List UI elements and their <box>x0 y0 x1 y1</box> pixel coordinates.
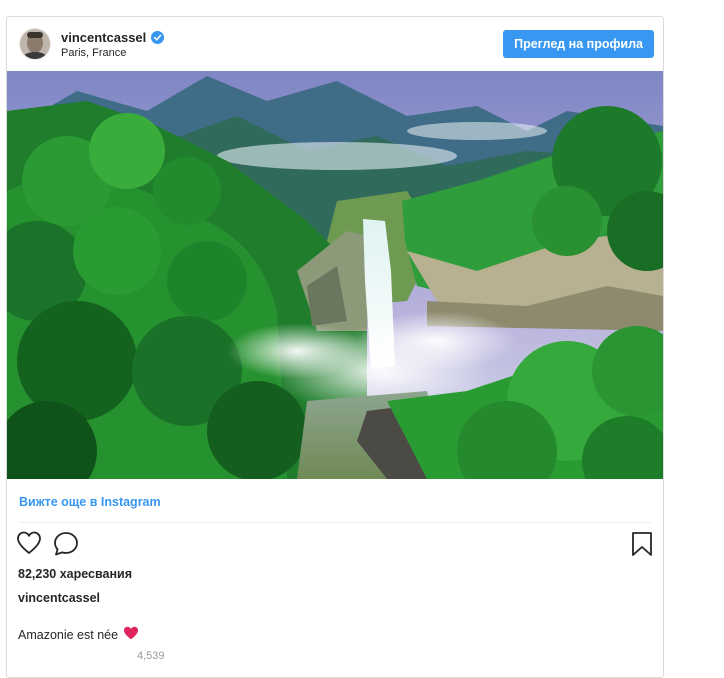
instagram-embed-card: vincentcassel Paris, France Преглед на п… <box>6 16 664 678</box>
caption-text: Amazonie est née <box>18 627 119 642</box>
divider <box>19 522 651 523</box>
avatar-image <box>20 29 50 59</box>
avatar[interactable] <box>19 28 51 60</box>
post-header: vincentcassel Paris, France Преглед на п… <box>7 17 663 71</box>
comments-count-partial: 4,539 <box>137 650 165 662</box>
likes-count[interactable]: 82,230 харесвания <box>18 567 132 581</box>
post-photo[interactable] <box>7 71 663 479</box>
user-info: vincentcassel Paris, France <box>61 30 165 60</box>
username[interactable]: vincentcassel <box>61 30 146 45</box>
heart-emoji-icon <box>123 626 139 643</box>
caption-username[interactable]: vincentcassel <box>18 591 100 605</box>
username-row: vincentcassel <box>61 30 165 45</box>
bookmark-icon[interactable] <box>631 531 653 562</box>
location[interactable]: Paris, France <box>61 47 164 60</box>
see-more-on-instagram-link[interactable]: Вижте още в Instagram <box>19 495 161 509</box>
caption: Amazonie est née <box>18 626 139 643</box>
verified-badge-icon <box>151 31 165 44</box>
heart-outline-icon[interactable] <box>16 531 42 560</box>
comment-bubble-icon[interactable] <box>53 531 79 562</box>
view-profile-button[interactable]: Преглед на профила <box>503 30 654 58</box>
